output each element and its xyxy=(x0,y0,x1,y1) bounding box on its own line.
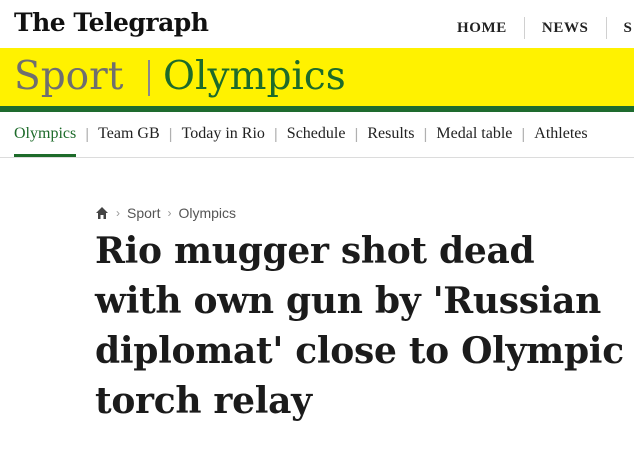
top-nav: HOME NEWS S xyxy=(440,17,634,39)
subnav-separator: | xyxy=(354,125,359,143)
breadcrumb-item-sport[interactable]: Sport xyxy=(127,205,160,221)
top-nav-news[interactable]: NEWS xyxy=(525,17,606,39)
chevron-right-icon: › xyxy=(167,206,172,220)
section-subnav: Olympics | Team GB | Today in Rio | Schedul… xyxy=(0,112,634,158)
sport-section-link[interactable]: Sport xyxy=(14,52,123,102)
breadcrumb-item-olympics[interactable]: Olympics xyxy=(178,205,236,221)
olympics-section-title[interactable]: Olympics xyxy=(163,52,346,102)
home-icon[interactable] xyxy=(95,206,109,220)
subnav-separator: | xyxy=(423,125,428,143)
subnav-item-athletes[interactable]: Athletes xyxy=(534,112,587,156)
subnav-item-results[interactable]: Results xyxy=(367,112,414,156)
subnav-item-olympics[interactable]: Olympics xyxy=(14,112,77,157)
top-nav-sport[interactable]: S xyxy=(607,17,634,39)
section-banner: Sport Olympics xyxy=(0,48,634,106)
subnav-separator: | xyxy=(273,125,278,143)
subnav-item-schedule[interactable]: Schedule xyxy=(287,112,346,156)
subnav-separator: | xyxy=(168,125,173,143)
telegraph-logo[interactable]: The Telegraph xyxy=(14,8,209,37)
subnav-item-team-gb[interactable]: Team GB xyxy=(98,112,160,156)
article-headline: Rio mugger shot dead with own gun by 'Ru… xyxy=(95,230,624,422)
subnav-separator: | xyxy=(85,125,90,143)
banner-divider xyxy=(148,60,150,96)
top-nav-home[interactable]: HOME xyxy=(440,17,524,39)
masthead: The Telegraph HOME NEWS S xyxy=(0,0,634,48)
breadcrumb: › Sport › Olympics xyxy=(95,205,236,221)
subnav-item-medal-table[interactable]: Medal table xyxy=(436,112,512,156)
chevron-right-icon: › xyxy=(116,206,120,220)
subnav-item-today-in-rio[interactable]: Today in Rio xyxy=(182,112,265,156)
subnav-separator: | xyxy=(521,125,526,143)
